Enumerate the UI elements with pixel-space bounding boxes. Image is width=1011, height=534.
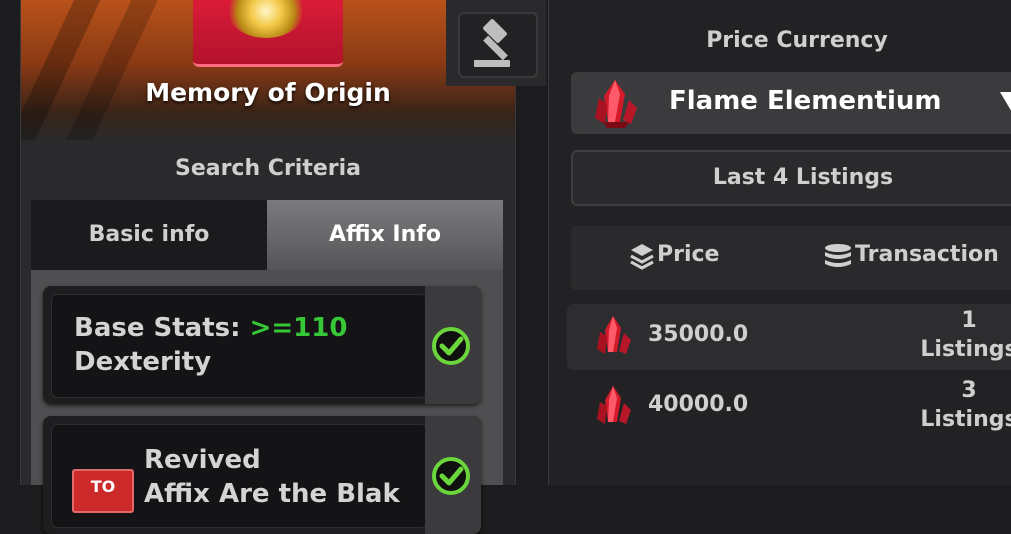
triangle-down-icon [1000, 92, 1011, 114]
affix-text: Revived Affix Are the Blak [144, 443, 400, 511]
price-panel: Price Currency Flame Elementium Last 4 L… [548, 0, 1011, 485]
search-criteria-title: Search Criteria [174, 156, 362, 181]
listing-row[interactable]: 35000.0 1 Listings [567, 304, 1011, 370]
affix-row[interactable]: Base Stats: >=110 Dexterity [43, 286, 481, 404]
check-circle-icon [432, 457, 470, 495]
item-name: Memory of Origin [145, 78, 391, 107]
listing-count-number: 1 [961, 308, 977, 333]
affix-toggle[interactable] [425, 416, 481, 534]
affix-text: Base Stats: >=110 Dexterity [74, 311, 347, 379]
listing-count-unit: Listings [920, 337, 1011, 362]
listing-price: 35000.0 [648, 322, 749, 347]
check-circle-icon [432, 327, 470, 365]
listing-count: 1 Listings [919, 306, 1011, 364]
listings-header: Price Transaction [571, 226, 1011, 290]
affix-tier-badge: TO [72, 469, 134, 513]
last-listings-button[interactable]: Last 4 Listings [571, 150, 1011, 206]
layers-icon [630, 244, 654, 270]
currency-name: Flame Elementium [669, 86, 942, 116]
listing-row[interactable]: 40000.0 3 Listings [567, 374, 1011, 440]
affix-stat: Dexterity [74, 347, 212, 377]
criteria-tabs: Basic info Affix Info [31, 200, 503, 270]
crystal-icon [595, 80, 637, 128]
affix-card: TO Revived Affix Are the Blak [51, 424, 427, 528]
column-price[interactable]: Price [657, 242, 719, 267]
item-banner [21, 0, 515, 140]
listing-count-number: 3 [961, 378, 977, 403]
affix-prefix: Base Stats: [74, 313, 250, 343]
price-currency-title: Price Currency [706, 28, 888, 53]
auction-button[interactable] [458, 12, 538, 78]
listing-count: 3 Listings [919, 376, 1011, 434]
crystal-icon [597, 386, 631, 424]
coin-stack-icon [825, 244, 851, 267]
affix-line2: Affix Are the Blak [144, 479, 400, 509]
affix-threshold: >=110 [249, 313, 348, 343]
listing-count-unit: Listings [920, 407, 1011, 432]
affix-line1: Revived [144, 445, 261, 475]
listing-price: 40000.0 [648, 392, 749, 417]
gavel-icon [474, 19, 510, 67]
tab-affix-info[interactable]: Affix Info [267, 200, 503, 270]
crystal-icon [597, 316, 631, 354]
affix-row[interactable]: TO Revived Affix Are the Blak [43, 416, 481, 534]
affix-list: Base Stats: >=110 Dexterity TO Revived A… [31, 270, 503, 534]
column-transaction[interactable]: Transaction [855, 242, 999, 267]
tab-basic-info[interactable]: Basic info [31, 200, 267, 270]
affix-toggle[interactable] [425, 286, 481, 404]
currency-dropdown[interactable]: Flame Elementium [571, 72, 1011, 134]
search-panel: Memory of Origin Search Criteria Basic i… [20, 0, 516, 534]
affix-card: Base Stats: >=110 Dexterity [51, 294, 427, 398]
